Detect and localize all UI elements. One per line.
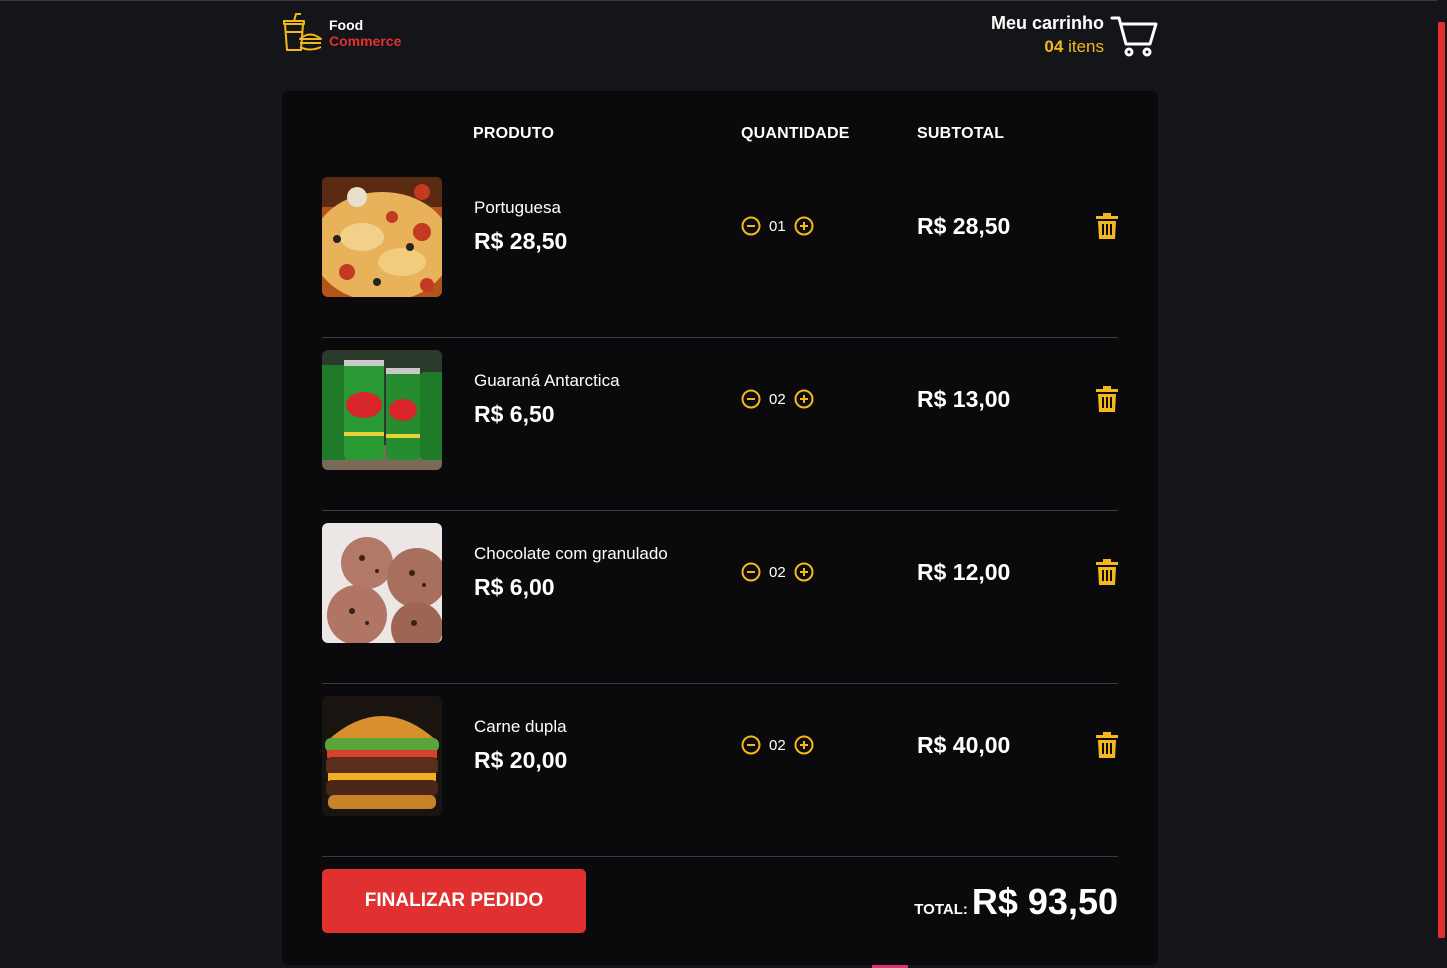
top-border [0, 0, 1447, 1]
plus-circle-icon[interactable] [794, 389, 814, 409]
scrollbar[interactable] [1437, 0, 1447, 968]
product-name: Portuguesa [474, 198, 561, 217]
brand-line1: Food [329, 17, 364, 33]
header-produto: PRODUTO [473, 125, 555, 142]
trash-icon[interactable] [1095, 732, 1119, 758]
cart-row: Carne dupla R$ 20,00 02 R$ 40,00 [322, 683, 1118, 857]
product-price: R$ 20,00 [474, 747, 568, 773]
cart-panel: PRODUTO QUANTIDADE SUBTOTAL Portuguesa R… [282, 91, 1158, 965]
product-image-ice-cream [322, 523, 442, 643]
quantity-stepper: 01 [741, 216, 814, 236]
plus-circle-icon[interactable] [794, 216, 814, 236]
quantity-stepper: 02 [741, 735, 814, 755]
product-name: Guaraná Antarctica [474, 371, 620, 390]
plus-circle-icon[interactable] [794, 562, 814, 582]
total-value: R$ 93,50 [971, 881, 1118, 922]
order-total: TOTAL: R$ 93,50 [914, 881, 1118, 923]
cart-title: Meu carrinho [990, 13, 1104, 33]
header-subtotal: SUBTOTAL [917, 125, 1005, 142]
cart-count-suffix: itens [1068, 37, 1104, 56]
cart-row: Guaraná Antarctica R$ 6,50 02 R$ 13,00 [322, 337, 1118, 511]
trash-icon[interactable] [1095, 213, 1119, 239]
header: Food Commerce Meu carrinho 04 itens [281, 12, 1158, 60]
minus-circle-icon[interactable] [741, 562, 761, 582]
brand-logo[interactable]: Food Commerce [281, 12, 401, 54]
product-image-soda [322, 350, 442, 470]
cart-row: Chocolate com granulado R$ 6,00 02 R$ 12… [322, 510, 1118, 684]
cart-summary[interactable]: Meu carrinho 04 itens [991, 12, 1158, 60]
finalize-order-button[interactable]: FINALIZAR PEDIDO [322, 869, 586, 933]
header-quantidade: QUANTIDADE [741, 125, 850, 142]
minus-circle-icon[interactable] [741, 735, 761, 755]
minus-circle-icon[interactable] [741, 389, 761, 409]
product-name: Chocolate com granulado [474, 544, 668, 563]
shopping-cart-icon [1110, 16, 1158, 57]
quantity-value: 01 [769, 217, 786, 235]
product-image-burger [322, 696, 442, 816]
cart-count: 04 [1044, 37, 1064, 56]
quantity-stepper: 02 [741, 562, 814, 582]
product-name: Carne dupla [474, 717, 567, 736]
brand-line2: Commerce [329, 33, 402, 49]
row-subtotal: R$ 12,00 [917, 559, 1011, 585]
scrollbar-thumb[interactable] [1438, 22, 1445, 938]
quantity-stepper: 02 [741, 389, 814, 409]
quantity-value: 02 [769, 390, 786, 408]
product-price: R$ 28,50 [474, 228, 568, 254]
product-price: R$ 6,50 [474, 401, 555, 427]
product-price: R$ 6,00 [474, 574, 555, 600]
plus-circle-icon[interactable] [794, 735, 814, 755]
total-label: TOTAL: [914, 901, 968, 918]
minus-circle-icon[interactable] [741, 216, 761, 236]
product-image-pizza [322, 177, 442, 297]
trash-icon[interactable] [1095, 386, 1119, 412]
quantity-value: 02 [769, 563, 786, 581]
cart-row: Portuguesa R$ 28,50 01 R$ 28,50 [322, 164, 1118, 338]
row-subtotal: R$ 28,50 [917, 213, 1011, 239]
trash-icon[interactable] [1095, 559, 1119, 585]
food-drink-burger-icon [283, 13, 322, 51]
row-subtotal: R$ 40,00 [917, 732, 1011, 758]
row-subtotal: R$ 13,00 [917, 386, 1011, 412]
quantity-value: 02 [769, 736, 786, 754]
